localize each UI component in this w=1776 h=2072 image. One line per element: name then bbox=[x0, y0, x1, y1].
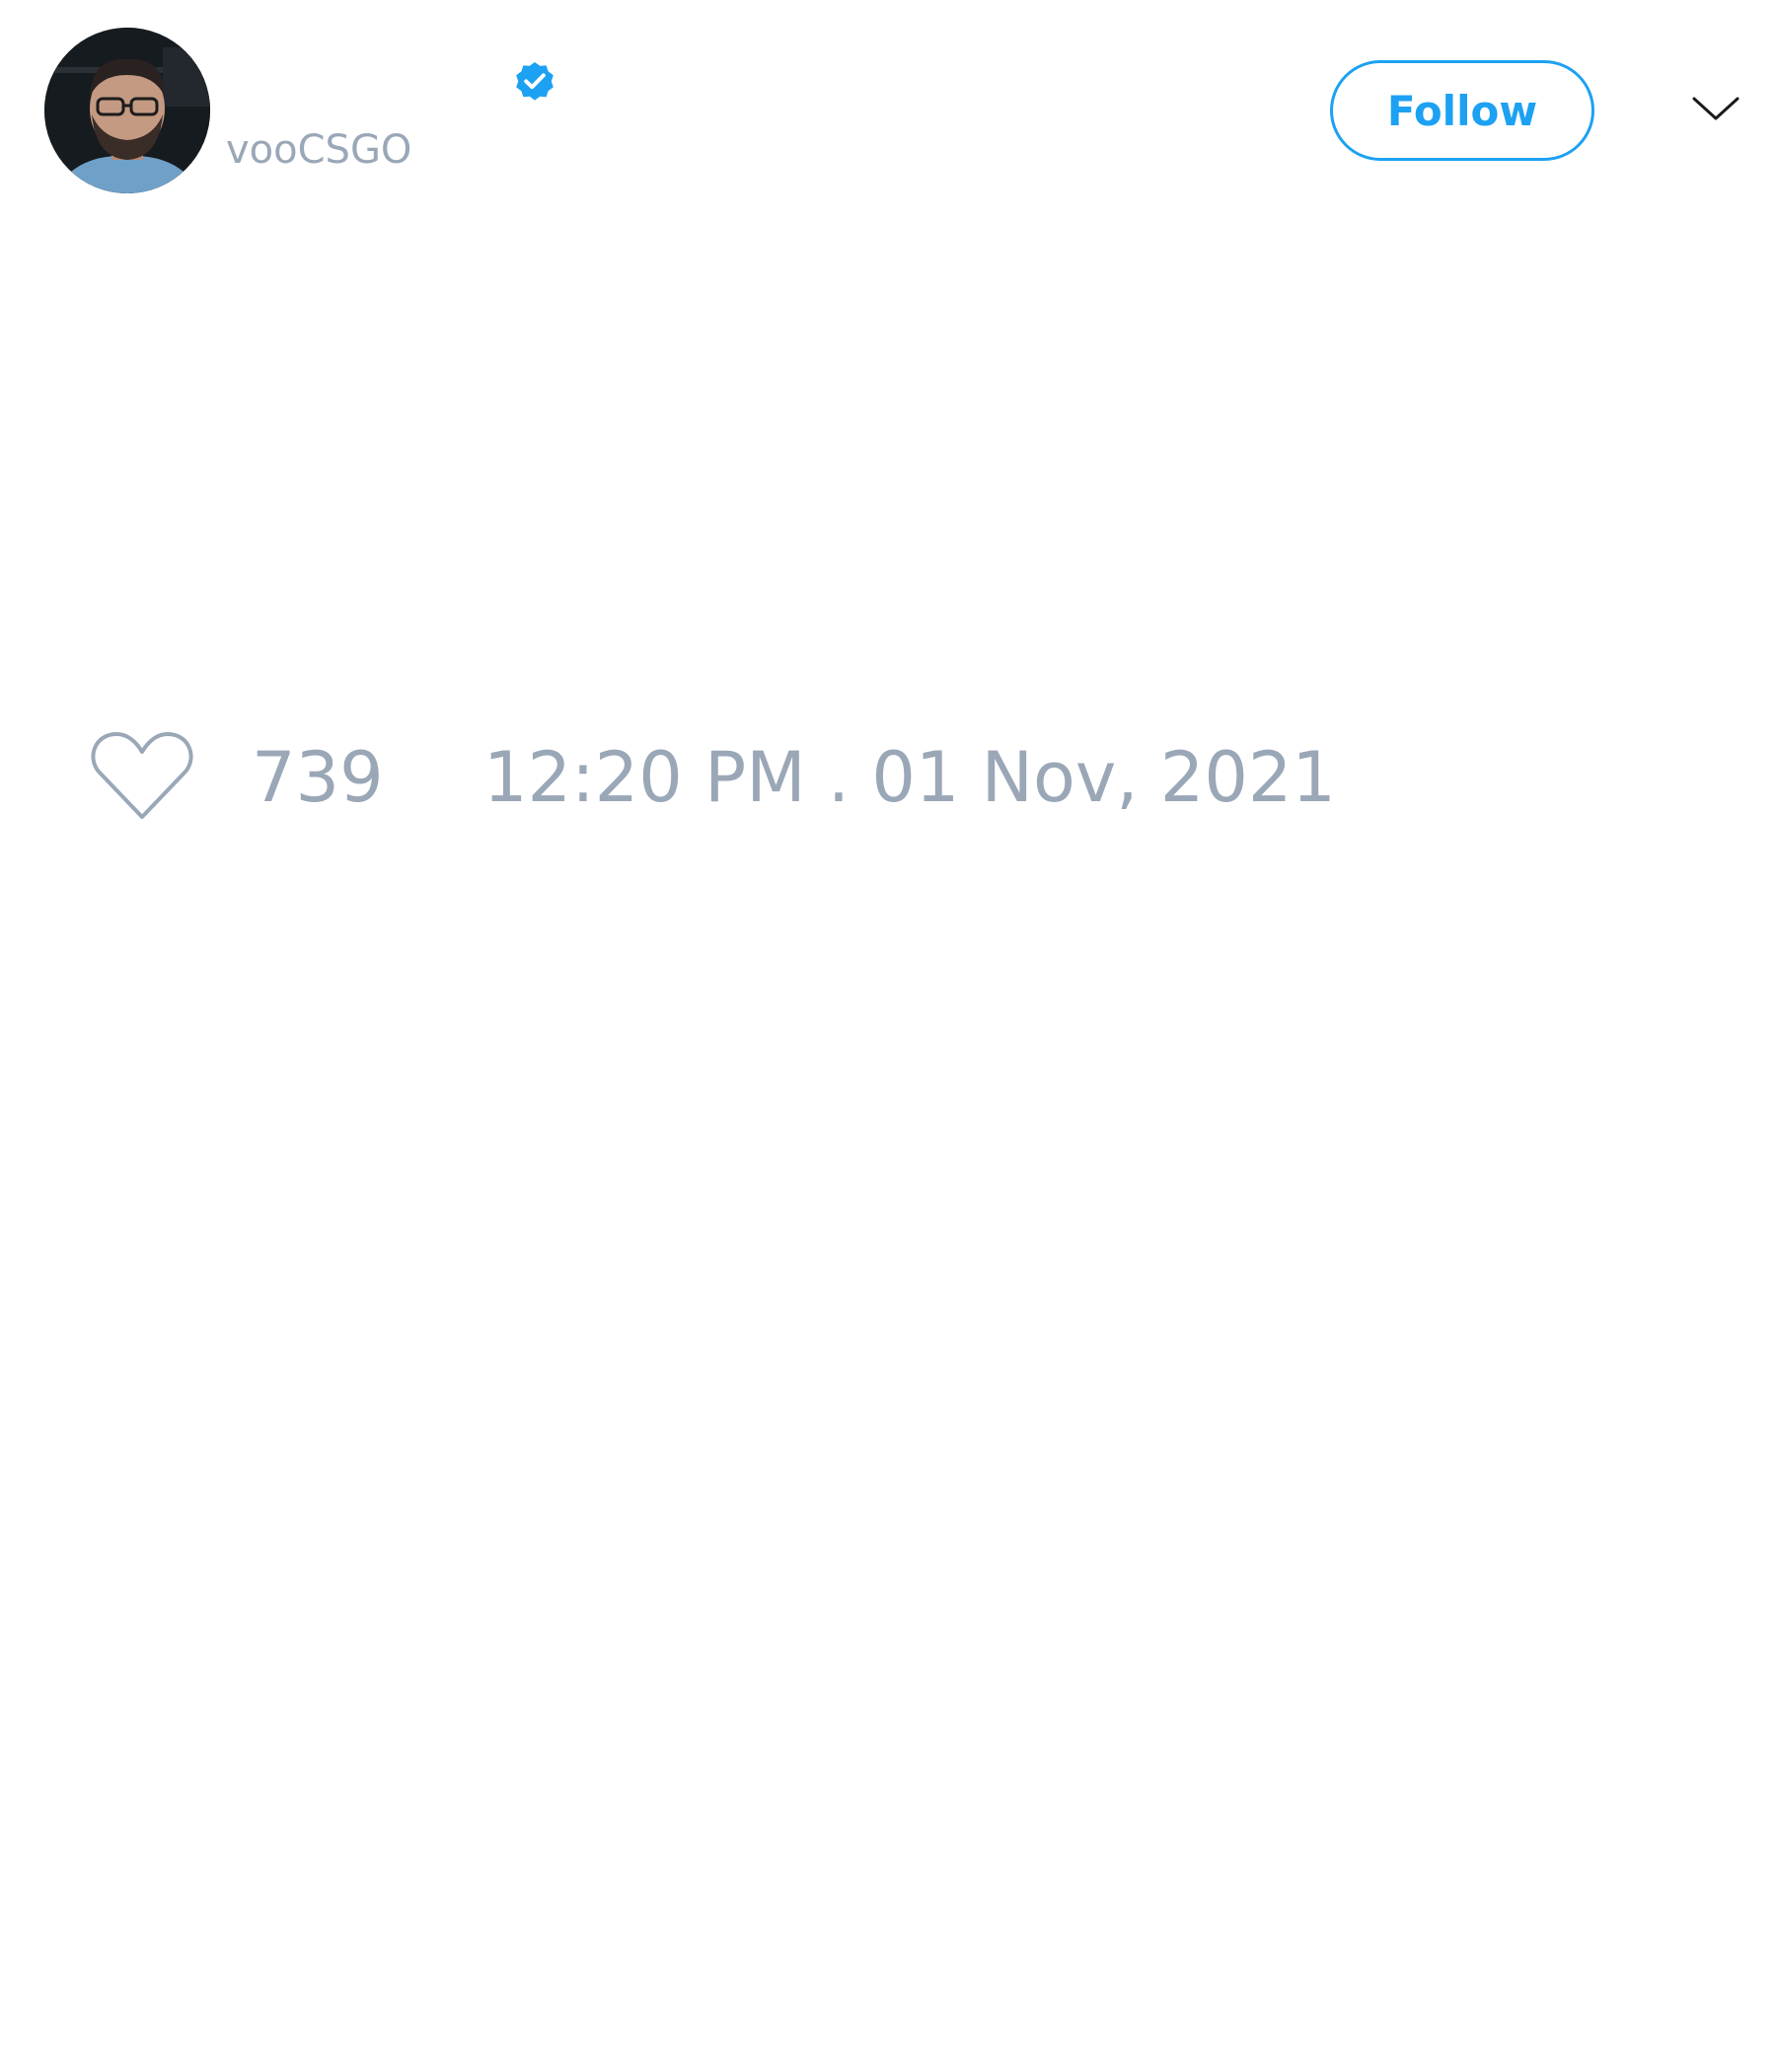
verified-badge-icon bbox=[516, 62, 554, 101]
tweet-timestamp[interactable]: 12:20 PM . 01 Nov, 2021 bbox=[483, 736, 1336, 819]
like-action[interactable] bbox=[89, 728, 195, 823]
author-avatar[interactable] bbox=[44, 28, 210, 193]
follow-button[interactable]: Follow bbox=[1330, 60, 1594, 161]
like-count: 739 bbox=[252, 737, 384, 818]
author-handle[interactable]: vooCSGO bbox=[226, 124, 411, 176]
avatar-image bbox=[44, 28, 210, 193]
heart-icon[interactable] bbox=[89, 728, 195, 823]
chevron-down-icon[interactable] bbox=[1691, 91, 1740, 124]
